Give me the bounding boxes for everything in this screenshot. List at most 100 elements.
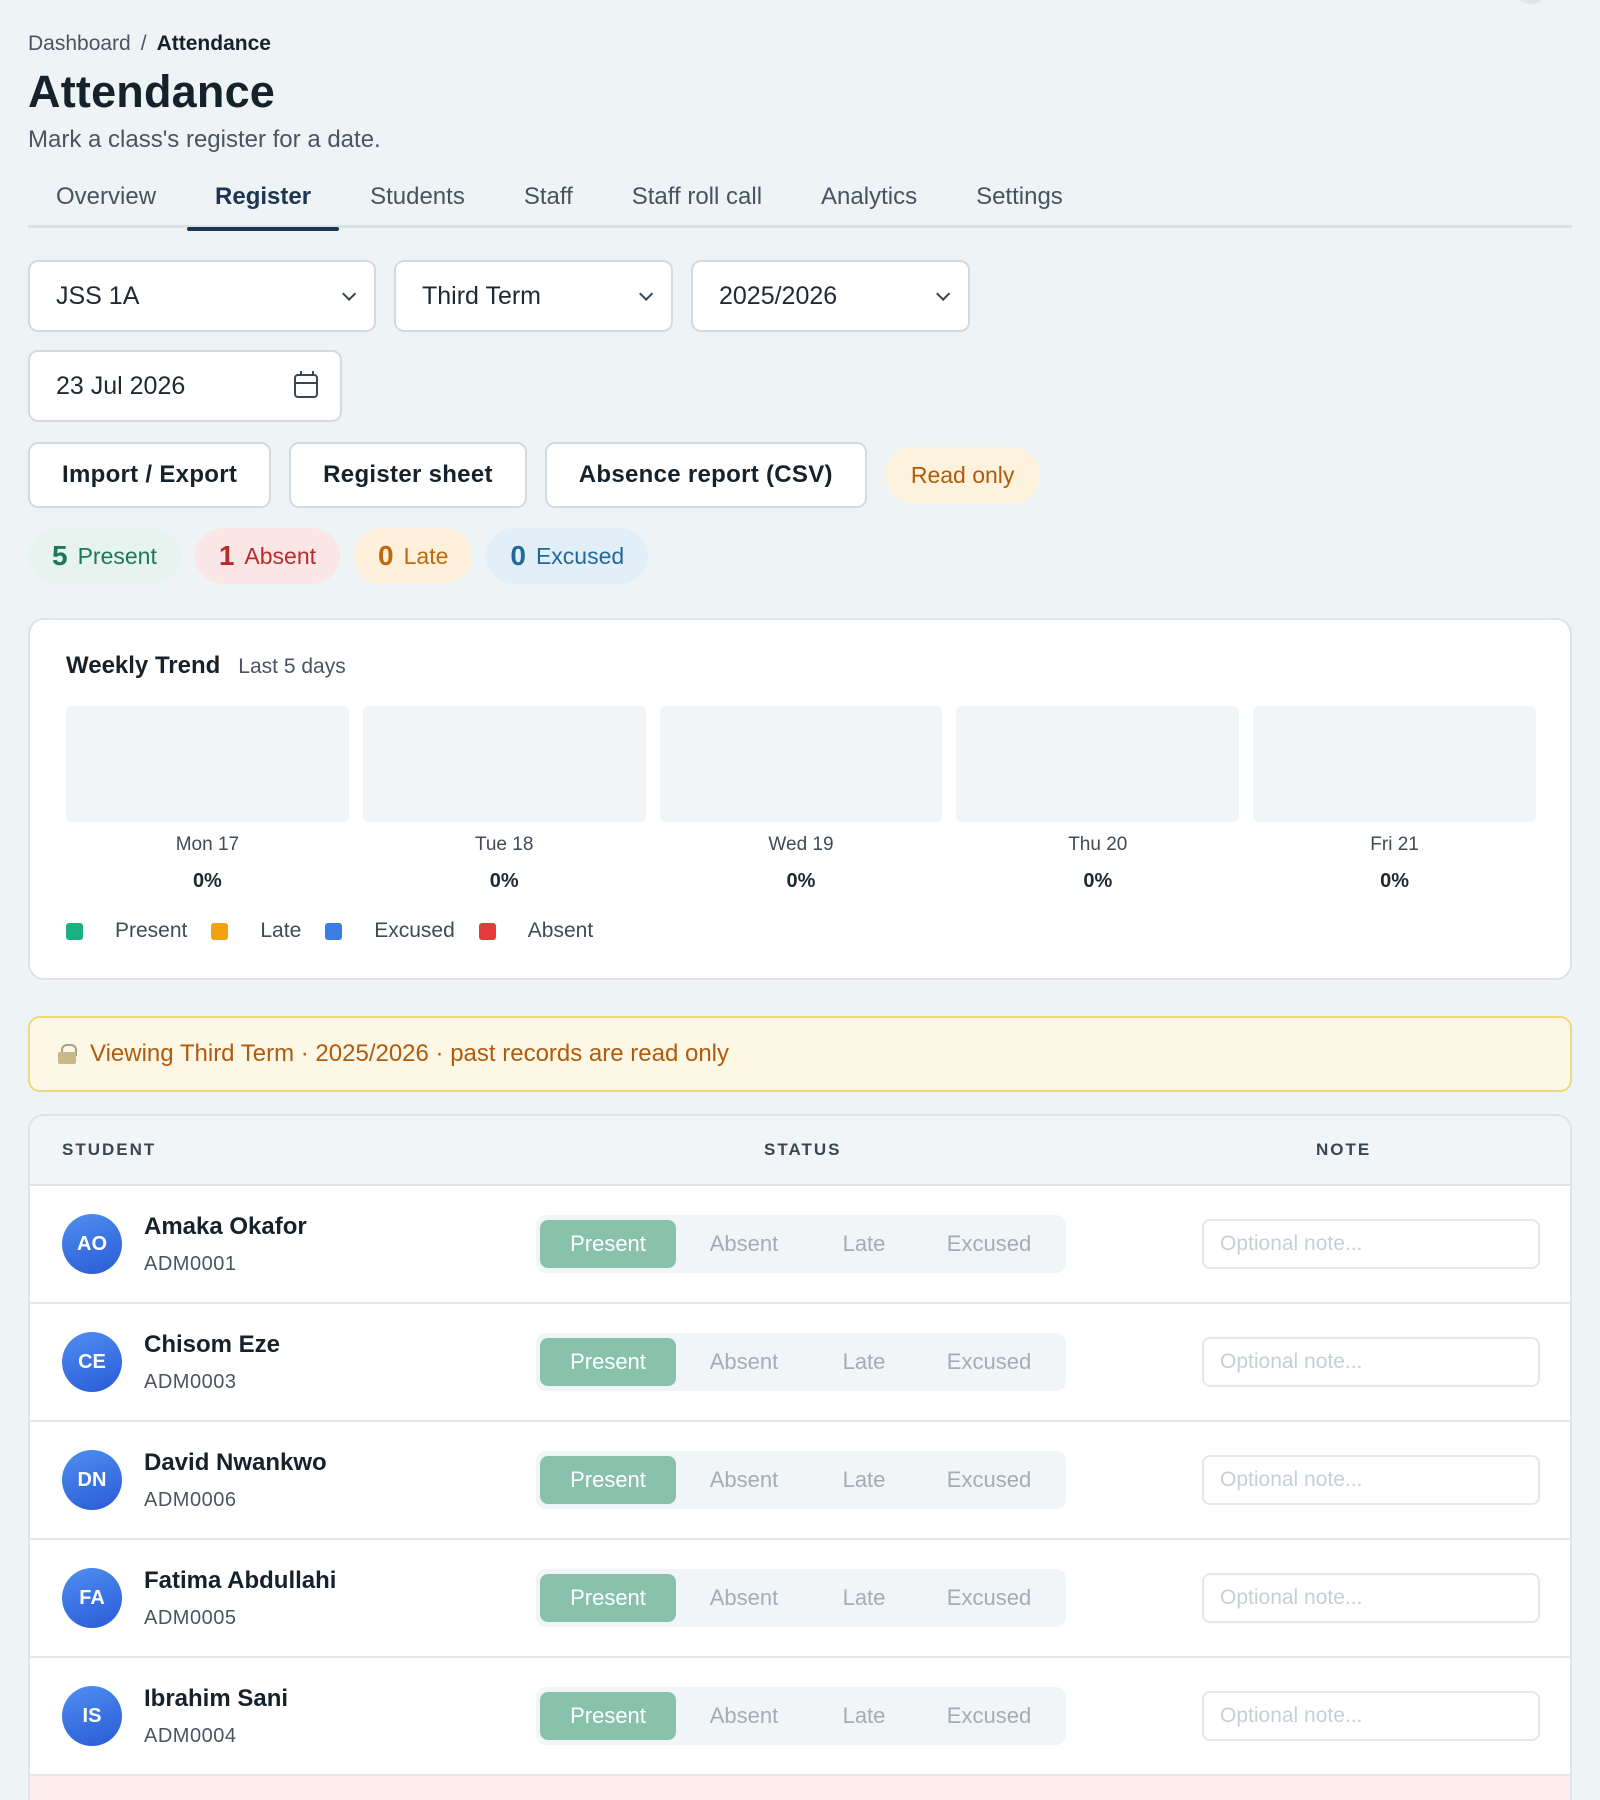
stat-excused: 0 Excused (486, 528, 649, 584)
absence-report-button[interactable]: Absence report (CSV) (544, 442, 867, 508)
stat-present-label: Present (77, 542, 157, 569)
student-name: Amaka Okafor (144, 1212, 307, 1240)
weekly-trend-days: Mon 17 0% Tue 18 0% Wed 19 0% Thu 20 0% … (66, 706, 1536, 893)
note-input[interactable] (1202, 1573, 1540, 1623)
table-header: STUDENT STATUS NOTE (30, 1116, 1570, 1186)
actions-row: Import / Export Register sheet Absence r… (28, 442, 1572, 508)
student-admission-number: ADM0005 (144, 1606, 237, 1629)
user-avatar[interactable] (1514, 0, 1548, 4)
weekly-trend-legend: Present Late Excused Absent (66, 919, 1536, 943)
student-avatar: AO (62, 1214, 122, 1274)
term-select-value: Third Term (422, 281, 542, 310)
status-option-late[interactable]: Late (812, 1574, 916, 1622)
note-cell (1202, 1337, 1540, 1387)
status-option-excused[interactable]: Excused (916, 1692, 1062, 1740)
status-option-absent[interactable]: Absent (676, 1220, 812, 1268)
table-row: IS Ibrahim Sani ADM0004 Present Absent Late Ex… (30, 1658, 1570, 1776)
tab-students[interactable]: Students (342, 172, 493, 225)
legend-swatch-late (211, 922, 229, 940)
column-header-status: STATUS (764, 1140, 842, 1159)
table-row: AO Amaka Okafor ADM0001 Present Absent Late Ex… (30, 1186, 1570, 1304)
weekly-trend-card: Weekly Trend Last 5 days Mon 17 0% Tue 1… (28, 618, 1572, 980)
register-sheet-button[interactable]: Register sheet (289, 442, 527, 508)
status-option-excused[interactable]: Excused (916, 1338, 1062, 1386)
breadcrumb-dashboard-link[interactable]: Dashboard (28, 32, 131, 56)
status-option-late[interactable]: Late (812, 1338, 916, 1386)
status-option-present[interactable]: Present (540, 1338, 676, 1386)
weekly-trend-header: Weekly Trend Last 5 days (66, 652, 1536, 680)
read-only-notice: Viewing Third Term · 2025/2026 · past re… (28, 1016, 1572, 1092)
status-option-excused[interactable]: Excused (916, 1574, 1062, 1622)
status-option-absent[interactable]: Absent (676, 1338, 812, 1386)
term-select[interactable]: Third Term (394, 260, 673, 332)
trend-day-bar (66, 706, 349, 822)
trend-day-percent: 0% (1083, 870, 1113, 892)
status-segmented-control[interactable]: Present Absent Late Excused (536, 1215, 1066, 1273)
status-segmented-control[interactable]: Present Absent Late Excused (536, 1333, 1066, 1391)
weekly-trend-subtitle: Last 5 days (238, 655, 346, 678)
stats-row: 5 Present 1 Absent 0 Late 0 Excused (28, 528, 1572, 584)
trend-day-label: Mon 17 (175, 834, 240, 855)
student-avatar: DN (62, 1450, 122, 1510)
calendar-icon[interactable] (294, 371, 318, 398)
chevron-down-icon (342, 286, 357, 301)
date-row: 23 Jul 2026 (28, 350, 1572, 422)
legend-label-excused: Excused (374, 919, 455, 942)
tab-staff[interactable]: Staff (496, 172, 601, 225)
student-cell: DN David Nwankwo ADM0006 (30, 1449, 536, 1512)
legend-swatch-absent (478, 922, 496, 940)
status-option-present[interactable]: Present (540, 1574, 676, 1622)
tab-analytics[interactable]: Analytics (793, 172, 945, 225)
stat-absent-count: 1 (218, 540, 235, 571)
column-header-note: NOTE (1316, 1140, 1372, 1159)
legend-label-late: Late (260, 919, 302, 942)
trend-day-label: Wed 19 (768, 834, 834, 855)
trend-day-label: Tue 18 (474, 834, 534, 855)
date-picker[interactable]: 23 Jul 2026 (28, 350, 342, 422)
trend-day-bar (956, 706, 1240, 822)
status-option-absent[interactable]: Absent (676, 1692, 812, 1740)
note-cell (1202, 1691, 1540, 1741)
tab-bar: Overview Register Students Staff Staff r… (28, 172, 1572, 231)
status-option-absent[interactable]: Absent (676, 1574, 812, 1622)
chevron-down-icon (639, 286, 654, 301)
session-select[interactable]: 2025/2026 (691, 260, 970, 332)
student-avatar: IS (62, 1686, 122, 1746)
import-export-button[interactable]: Import / Export (28, 442, 272, 508)
page-title: Attendance (28, 66, 276, 117)
note-cell (1202, 1219, 1540, 1269)
status-option-absent[interactable]: Absent (676, 1456, 812, 1504)
status-option-late[interactable]: Late (812, 1220, 916, 1268)
status-option-present[interactable]: Present (540, 1456, 676, 1504)
tab-staff-roll-call[interactable]: Staff roll call (604, 172, 790, 225)
legend-label-absent: Absent (527, 919, 594, 942)
status-segmented-control[interactable]: Present Absent Late Excused (536, 1687, 1066, 1745)
status-segmented-control[interactable]: Present Absent Late Excused (536, 1451, 1066, 1509)
status-option-late[interactable]: Late (812, 1456, 916, 1504)
status-option-excused[interactable]: Excused (916, 1220, 1062, 1268)
tab-register[interactable]: Register (187, 172, 340, 231)
student-name: David Nwankwo (144, 1448, 327, 1476)
column-header-student: STUDENT (62, 1140, 157, 1159)
trend-day-percent: 0% (489, 870, 519, 892)
note-input[interactable] (1202, 1455, 1540, 1505)
status-option-late[interactable]: Late (812, 1692, 916, 1740)
tab-overview[interactable]: Overview (28, 172, 184, 225)
stat-present-count: 5 (52, 540, 68, 571)
status-option-present[interactable]: Present (540, 1220, 676, 1268)
status-option-excused[interactable]: Excused (916, 1456, 1062, 1504)
note-input[interactable] (1202, 1219, 1540, 1269)
stat-late: 0 Late (354, 528, 473, 584)
class-select[interactable]: JSS 1A (28, 260, 376, 332)
status-option-present[interactable]: Present (540, 1692, 676, 1740)
note-input[interactable] (1202, 1691, 1540, 1741)
trend-day: Wed 19 0% (659, 706, 943, 893)
student-info: Amaka Okafor ADM0001 (144, 1213, 307, 1276)
status-segmented-control[interactable]: Present Absent Late Excused (536, 1569, 1066, 1627)
tab-settings[interactable]: Settings (948, 172, 1091, 225)
class-select-value: JSS 1A (56, 281, 140, 310)
stat-excused-count: 0 (510, 540, 526, 571)
read-only-notice-text: Viewing Third Term · 2025/2026 · past re… (90, 1040, 730, 1067)
note-input[interactable] (1202, 1337, 1540, 1387)
student-info: Fatima Abdullahi ADM0005 (144, 1567, 336, 1630)
